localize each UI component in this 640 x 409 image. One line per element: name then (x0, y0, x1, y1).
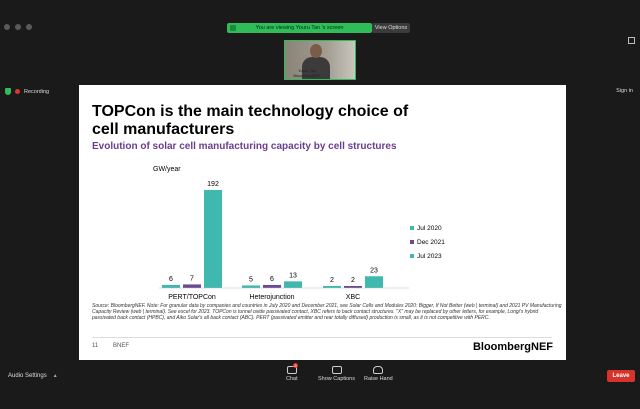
bar-value-label: 6 (169, 276, 173, 283)
bar-value-label: 6 (270, 276, 274, 283)
minimize-dot[interactable] (15, 24, 21, 30)
maximize-dot[interactable] (26, 24, 32, 30)
legend-swatch (410, 254, 414, 258)
audio-settings-button[interactable]: Audio Settings ▲ (8, 373, 58, 379)
chat-icon: 8 (286, 363, 299, 374)
bar-value-label: 23 (370, 267, 378, 274)
bar-value-label: 7 (190, 275, 194, 282)
participant-name-tag: Youru Tan BloombergNEF (285, 68, 329, 78)
shared-slide: TOPCon is the main technology choice of … (79, 85, 566, 360)
fullscreen-icon[interactable] (628, 37, 635, 44)
legend-label: Dec 2021 (417, 239, 445, 246)
bar-pert-topcon-jul-2023 (204, 190, 222, 288)
screen-share-icon (230, 25, 236, 31)
meeting-toolbar: Audio Settings ▲ 8 Chat Show Captions Rai… (0, 363, 640, 409)
chat-unread-badge: 8 (292, 363, 299, 368)
show-captions-button[interactable]: Show Captions (318, 366, 355, 382)
y-axis-unit: GW/year (153, 166, 181, 173)
window-controls (4, 24, 32, 30)
legend-swatch (410, 240, 414, 244)
footer-divider (92, 337, 552, 338)
bar-pert-topcon-dec-2021 (183, 284, 201, 288)
slide-title: TOPCon is the main technology choice of … (92, 103, 409, 138)
participant-org: BloombergNEF (293, 73, 321, 78)
bar-value-label: 5 (249, 276, 253, 283)
chart-legend: Jul 2020 Dec 2021 Jul 2023 (410, 225, 445, 260)
x-tick-label: Heterojunction (249, 294, 294, 301)
legend-label: Jul 2023 (417, 253, 442, 260)
page-number: 11 (92, 343, 99, 349)
legend-swatch (410, 226, 414, 230)
recording-label: Recording (24, 88, 50, 95)
recording-dot-icon (15, 89, 20, 94)
bar-value-label: 2 (351, 277, 355, 284)
hand-icon (373, 366, 384, 374)
captions-icon (331, 366, 342, 374)
raise-hand-button[interactable]: Raise Hand (364, 366, 393, 382)
recording-indicator[interactable]: Recording (5, 88, 49, 95)
view-options-button[interactable]: View Options (372, 23, 410, 33)
security-shield-icon (5, 88, 11, 95)
x-tick-label: XBC (346, 294, 360, 301)
participant-head (310, 44, 322, 58)
source-note: Source: BloombergNEF. Note: For granular… (92, 303, 562, 321)
participant-video-tile[interactable]: Youru Tan BloombergNEF (284, 40, 356, 80)
top-bar: You are viewing Youru Tan 's screen View… (0, 0, 640, 33)
chevron-up-icon[interactable]: ▲ (53, 373, 58, 379)
audio-settings-label: Audio Settings (8, 373, 47, 379)
bar-value-label: 192 (207, 181, 219, 188)
sign-in-link[interactable]: Sign in (616, 88, 633, 94)
screen-share-text: You are viewing Youru Tan 's screen (255, 25, 344, 31)
bar-value-label: 13 (289, 272, 297, 279)
bar-xbc-jul-2023 (365, 276, 383, 288)
bar-heterojunction-dec-2021 (263, 284, 281, 288)
bar-heterojunction-jul-2023 (284, 281, 302, 288)
view-options-label: View Options (374, 25, 408, 31)
leave-button[interactable]: Leave (607, 370, 635, 382)
close-dot[interactable] (4, 24, 10, 30)
capacity-bar-chart: GW/year 6 7 192 5 6 13 2 2 23 PERT/TOPCon Heteroj… (153, 166, 445, 301)
chat-label: Chat (286, 376, 298, 382)
category-labels: PERT/TOPCon Heterojunction XBC (168, 294, 360, 301)
bar-pert-topcon-jul-2020 (162, 284, 180, 288)
bar-heterojunction-jul-2020 (242, 285, 260, 288)
legend-label: Jul 2020 (417, 225, 442, 232)
bar-value-label: 2 (330, 277, 334, 284)
bnef-logo: BloombergNEF (472, 341, 553, 353)
screen-share-banner: You are viewing Youru Tan 's screen (227, 23, 372, 33)
raise-hand-label: Raise Hand (364, 376, 393, 382)
bar-group: 6 7 192 5 6 13 2 2 23 (162, 181, 383, 288)
show-captions-label: Show Captions (318, 376, 355, 382)
x-tick-label: PERT/TOPCon (168, 294, 216, 301)
slide-subtitle: Evolution of solar cell manufacturing ca… (92, 141, 397, 152)
chat-button[interactable]: 8 Chat (286, 363, 299, 382)
footer-brand: BNEF (113, 343, 130, 349)
